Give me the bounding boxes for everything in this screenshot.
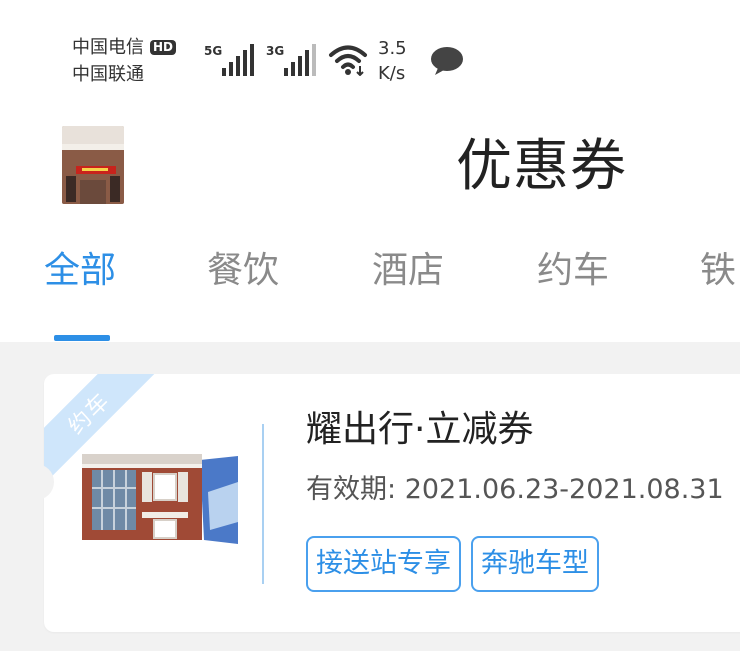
validity-range: 2021.06.23-2021.08.31 [404, 474, 724, 505]
hd-badge: HD [150, 40, 177, 55]
coupon-tag-station: 接送站专享 [306, 536, 461, 592]
page-title: 优惠券 [456, 134, 627, 199]
category-tag: 约车 [63, 387, 116, 440]
back-thumbnail-icon[interactable] [62, 126, 124, 204]
category-tabs: 全部 餐饮 酒店 约车 铁 [0, 228, 740, 342]
coupon-card[interactable]: 约车 耀出行·立减券 有效期: 2021.06.23-2021.08.31 接送… [44, 374, 740, 632]
signal-2-type: 3G [266, 44, 285, 58]
status-bar: 中国电信 HD 中国联通 5G 3G 3.5 K/s [0, 0, 740, 100]
tab-hotel[interactable]: 酒店 [372, 246, 444, 296]
tab-rail[interactable]: 铁 [700, 246, 736, 296]
validity-label: 有效期: [306, 474, 397, 505]
wifi-icon [328, 44, 368, 80]
coupon-thumbnail [82, 452, 238, 544]
coupon-validity: 有效期: 2021.06.23-2021.08.31 [306, 472, 724, 508]
signal-1-type: 5G [204, 44, 223, 58]
coupon-title: 耀出行·立减券 [306, 409, 534, 450]
carrier-2: 中国联通 [72, 64, 144, 85]
message-icon [430, 46, 464, 80]
network-speed: 3.5 K/s [378, 36, 407, 86]
carrier-info: 中国电信 HD 中国联通 [72, 34, 177, 88]
tab-all[interactable]: 全部 [44, 246, 116, 296]
card-divider [262, 424, 264, 584]
signal-5g-icon: 5G [204, 40, 258, 82]
coupon-list[interactable]: 约车 耀出行·立减券 有效期: 2021.06.23-2021.08.31 接送… [0, 342, 740, 651]
tab-dining[interactable]: 餐饮 [207, 246, 279, 296]
speed-value: 3.5 [378, 38, 407, 59]
signal-3g-icon: 3G [266, 40, 320, 82]
coupon-tag-benz: 奔驰车型 [471, 536, 599, 592]
page-header: 优惠券 [0, 110, 740, 220]
tab-ride[interactable]: 约车 [537, 246, 609, 296]
coupon-tags: 接送站专享 奔驰车型 [306, 536, 599, 592]
carrier-1: 中国电信 [72, 37, 144, 58]
speed-unit: K/s [378, 63, 406, 84]
tab-indicator [54, 335, 110, 341]
